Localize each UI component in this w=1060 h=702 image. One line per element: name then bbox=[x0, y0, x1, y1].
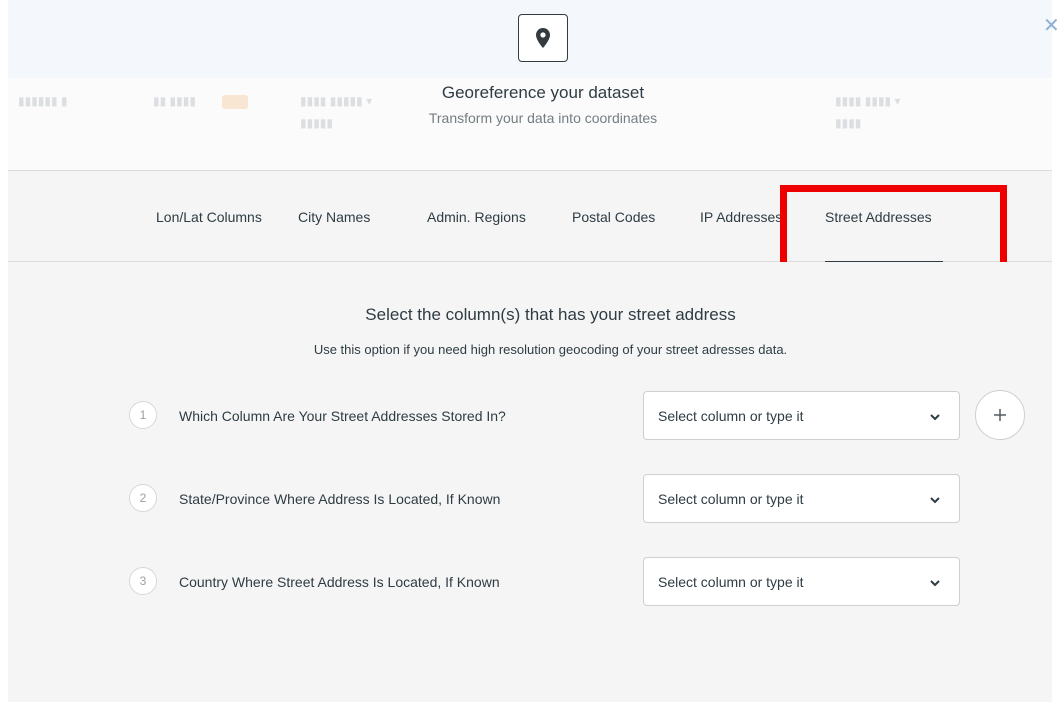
select-placeholder: Select column or type it bbox=[658, 491, 804, 507]
step-label: Which Column Are Your Street Addresses S… bbox=[179, 408, 506, 424]
step-label: State/Province Where Address Is Located,… bbox=[179, 491, 501, 507]
chevron-down-icon bbox=[930, 414, 940, 421]
step-label: Country Where Street Address Is Located,… bbox=[179, 574, 500, 590]
modal-title: Georeference your dataset bbox=[441, 83, 645, 102]
tab-street-addresses[interactable]: Street Addresses bbox=[825, 209, 932, 225]
add-column-button[interactable] bbox=[975, 390, 1025, 440]
georeference-modal: Georeference your dataset Transform your… bbox=[8, 0, 1052, 702]
state-province-column-select[interactable]: Select column or type it bbox=[643, 474, 960, 523]
street-address-panel: Select the column(s) that has your stree… bbox=[8, 262, 1052, 702]
modal-subtitle: Transform your data into coordinates bbox=[428, 110, 658, 126]
street-address-column-select[interactable]: Select column or type it bbox=[643, 391, 960, 440]
chevron-down-icon bbox=[930, 497, 940, 504]
plus-icon bbox=[994, 409, 1006, 421]
tab-lon-lat-columns[interactable]: Lon/Lat Columns bbox=[156, 209, 262, 225]
step-number: 2 bbox=[129, 484, 157, 512]
modal-header: Georeference your dataset Transform your… bbox=[8, 0, 1052, 170]
map-pin-icon bbox=[518, 14, 568, 62]
select-placeholder: Select column or type it bbox=[658, 574, 804, 590]
tab-postal-codes[interactable]: Postal Codes bbox=[572, 209, 655, 225]
select-placeholder: Select column or type it bbox=[658, 408, 804, 424]
tab-ip-addresses[interactable]: IP Addresses bbox=[700, 209, 782, 225]
tab-admin-regions[interactable]: Admin. Regions bbox=[427, 209, 526, 225]
georeference-tabs: Lon/Lat Columns City Names Admin. Region… bbox=[8, 170, 1052, 299]
step-number: 3 bbox=[129, 567, 157, 595]
chevron-down-icon bbox=[930, 580, 940, 587]
panel-description: Use this option if you need high resolut… bbox=[313, 342, 788, 357]
panel-title: Select the column(s) that has your stree… bbox=[365, 305, 736, 324]
step-number: 1 bbox=[129, 401, 157, 429]
tab-city-names[interactable]: City Names bbox=[298, 209, 370, 225]
country-column-select[interactable]: Select column or type it bbox=[643, 557, 960, 606]
